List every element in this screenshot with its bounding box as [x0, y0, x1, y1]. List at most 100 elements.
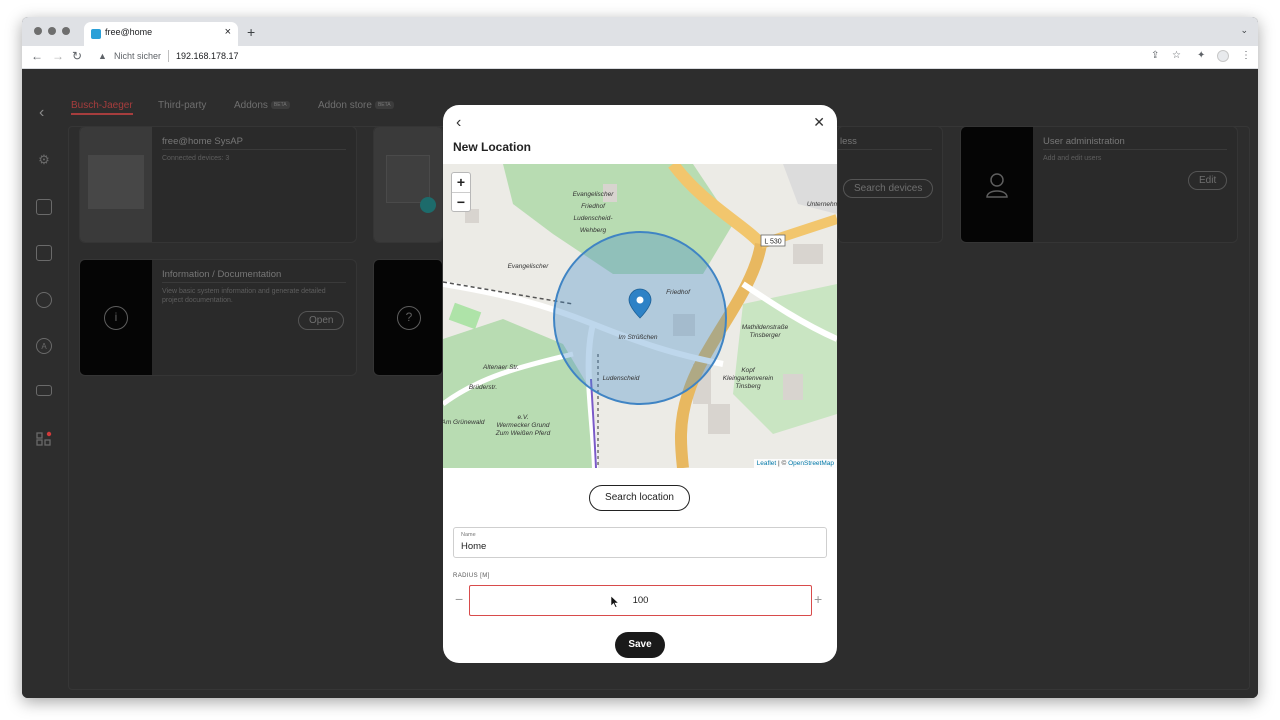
warning-icon[interactable]: ▲ — [98, 51, 107, 61]
dialog-title: New Location — [453, 140, 532, 154]
card-divider — [162, 282, 346, 283]
close-window-dot[interactable] — [34, 27, 42, 35]
search-devices-button[interactable]: Search devices — [843, 179, 934, 198]
card-divider — [162, 149, 346, 150]
favicon-icon — [91, 29, 101, 39]
tab-third-party[interactable]: Third-party — [158, 100, 206, 111]
info-card[interactable]: i Information / Documentation View basic… — [79, 259, 357, 376]
settings-gear-icon[interactable]: ⚙ — [36, 152, 52, 168]
extensions-icon[interactable]: ✦ — [1197, 50, 1205, 61]
reload-icon[interactable]: ↻ — [72, 49, 82, 63]
device-list-icon[interactable] — [36, 245, 52, 261]
radius-label: RADIUS [M] — [453, 573, 490, 579]
map-attribution: Leaflet | © OpenStreetMap — [753, 459, 837, 468]
map-place-label: Ludenscheid- — [573, 215, 613, 222]
tab-addons-label: Addons — [234, 100, 268, 111]
name-input[interactable] — [461, 541, 811, 552]
openstreetmap-link[interactable]: OpenStreetMap — [788, 460, 834, 467]
info-card-subtitle: View basic system information and genera… — [162, 288, 326, 304]
help-card[interactable]: ? — [373, 259, 443, 376]
map-place-label: e.V. — [517, 414, 528, 421]
tab-addon-store-label: Addon store — [318, 100, 372, 111]
zoom-in-button[interactable]: + — [452, 173, 470, 192]
sysap-image — [80, 127, 152, 242]
dialog-close-icon[interactable]: ✕ — [813, 114, 825, 131]
minimize-window-dot[interactable] — [48, 27, 56, 35]
radius-input[interactable] — [469, 585, 812, 616]
map-place-label: Altenaer Str. — [482, 364, 519, 371]
map-place-label: Tinsberg — [735, 383, 761, 390]
map-place-label: Kleingartenverein — [723, 375, 774, 382]
browser-tab[interactable]: free@home × — [84, 22, 238, 46]
radius-increment-button[interactable]: + — [814, 591, 822, 607]
tab-addons[interactable]: Addons BETA — [234, 100, 290, 111]
location-map[interactable]: L 530 Evangelischer Friedhof Ludenscheid- W… — [443, 164, 837, 468]
map-place-label: Tinsberger — [749, 332, 781, 339]
app-back-icon[interactable]: ‹ — [39, 104, 44, 122]
browser-window: free@home × + ⌄ ← → ↻ ▲ Nicht sicher 192… — [22, 17, 1258, 698]
share-icon[interactable]: ⇪ — [1151, 50, 1159, 61]
leaflet-link[interactable]: Leaflet — [757, 460, 777, 467]
tab-title: free@home — [105, 27, 153, 37]
device-image — [374, 127, 442, 242]
tab-strip: free@home × + ⌄ — [22, 17, 1258, 46]
map-place-label: Kopf — [741, 367, 756, 374]
browser-toolbar: ← → ↻ ▲ Nicht sicher 192.168.178.17 ⇪ ☆ … — [22, 46, 1258, 69]
wireless-card[interactable]: less Search devices — [837, 126, 943, 243]
network-alert-icon[interactable] — [36, 431, 52, 447]
address-separator — [168, 50, 169, 62]
map-place-label: Wermecker Grund — [497, 422, 550, 429]
bookmark-star-icon[interactable]: ☆ — [1172, 50, 1181, 61]
map-place-label: Friedhof — [666, 289, 691, 296]
search-location-button[interactable]: Search location — [589, 485, 690, 511]
user-admin-image — [961, 127, 1033, 242]
card-icon[interactable] — [36, 385, 52, 396]
user-admin-card[interactable]: User administration Add and edit users E… — [960, 126, 1238, 243]
beta-badge: BETA — [270, 101, 290, 110]
back-icon[interactable]: ← — [31, 49, 43, 63]
map-place-label: Evangelischer — [573, 191, 615, 198]
device-card[interactable] — [373, 126, 443, 243]
address-bar-url[interactable]: 192.168.178.17 — [176, 51, 239, 61]
tab-busch-jaeger[interactable]: Busch-Jaeger — [71, 100, 133, 115]
help-question-icon: ? — [397, 306, 421, 330]
gauge-icon[interactable] — [36, 292, 52, 308]
map-place-label: Unternehm — [807, 201, 837, 208]
profile-avatar[interactable] — [1217, 50, 1229, 62]
new-tab-button[interactable]: + — [247, 24, 255, 40]
info-icon: i — [104, 306, 128, 330]
map-place-label: Evangelischer — [508, 263, 550, 270]
tab-addon-store[interactable]: Addon store BETA — [318, 100, 394, 111]
sysap-card-subtitle: Connected devices: 3 — [162, 155, 230, 162]
zoom-control: + − — [451, 172, 471, 212]
open-info-button[interactable]: Open — [298, 311, 345, 330]
name-field-label: Name — [461, 532, 476, 538]
info-card-title: Information / Documentation — [162, 269, 282, 280]
save-button[interactable]: Save — [615, 632, 665, 658]
tab-search-chevron-icon[interactable]: ⌄ — [1240, 25, 1248, 36]
map-place-label: Im Strüßchen — [618, 334, 657, 341]
card-divider — [1043, 149, 1227, 150]
zoom-out-button[interactable]: − — [452, 192, 470, 211]
new-location-dialog: ‹ ✕ New Location L 530 Evangelischer Fri… — [443, 105, 837, 663]
tab-close-icon[interactable]: × — [225, 26, 231, 38]
menu-kebab-icon[interactable]: ⋮ — [1241, 50, 1251, 61]
wireless-card-title: less — [840, 136, 857, 147]
name-field[interactable]: Name — [453, 527, 827, 558]
actions-icon[interactable]: A — [36, 338, 52, 354]
radius-decrement-button[interactable]: − — [455, 591, 463, 607]
edit-users-button[interactable]: Edit — [1188, 171, 1228, 190]
map-place-label: Mathildenstraße — [742, 324, 789, 331]
security-label[interactable]: Nicht sicher — [114, 51, 161, 61]
user-admin-subtitle: Add and edit users — [1043, 155, 1102, 162]
beta-badge: BETA — [374, 101, 394, 110]
sysap-card[interactable]: free@home SysAP Connected devices: 3 — [79, 126, 357, 243]
forward-icon[interactable]: → — [52, 49, 64, 63]
maximize-window-dot[interactable] — [62, 27, 70, 35]
user-admin-title: User administration — [1043, 136, 1125, 147]
map-place-label: Brüderstr. — [469, 384, 497, 391]
user-icon — [986, 173, 1008, 198]
dialog-back-icon[interactable]: ‹ — [456, 114, 461, 132]
floorplan-icon[interactable] — [36, 199, 52, 215]
info-image: i — [80, 260, 152, 375]
